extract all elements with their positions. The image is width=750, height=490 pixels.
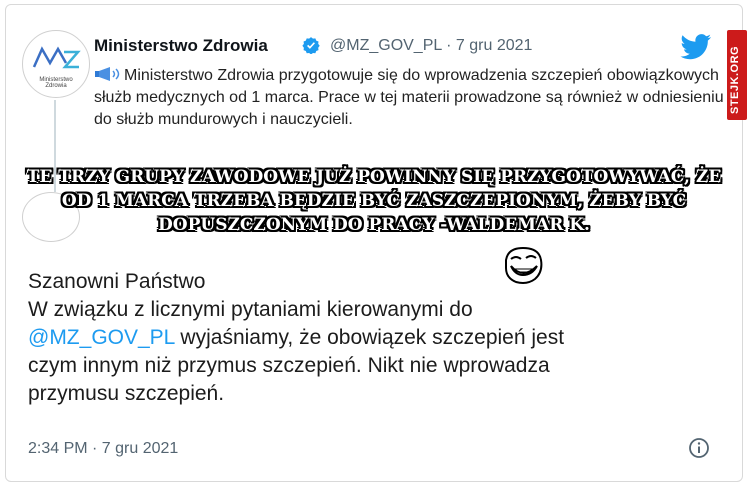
watermark-badge: STEJK.ORG [727,30,747,120]
body-line-2-rest: wyjaśniamy, że obowiązek szczepień jest [174,326,565,349]
body-line-1: W związku z licznymi pytaniami kierowany… [28,298,473,321]
meme-caption: Te trzy grupy zawodowe już powinny się p… [26,167,722,235]
mention-link[interactable]: @MZ_GOV_PL [28,326,175,349]
body-line-3: czym innym niż przymus szczepień. Nikt n… [28,354,550,377]
main-tweet-text: Szanowni Państwo W związku z licznymi py… [28,268,708,408]
body-line-4: przymusu szczepień. [28,382,225,405]
quoted-tweet-body: Ministerstwo Zdrowia przygotowuje się do… [94,67,724,128]
watermark-text: STEJK.ORG [729,45,741,114]
mz-logo-icon [32,46,81,69]
quoted-author-name[interactable]: Ministerstwo Zdrowia [94,36,268,56]
info-icon[interactable] [688,437,710,459]
verified-badge-icon [302,37,320,54]
avatar-subtext: Ministerstwo Zdrowia [39,77,73,89]
quoted-handle-date[interactable]: @MZ_GOV_PL · 7 gru 2021 [330,37,532,55]
tweet-timestamp[interactable]: 2:34 PM · 7 gru 2021 [28,440,178,458]
quoted-tweet-text: Ministerstwo Zdrowia przygotowuje się do… [94,65,734,131]
ministry-avatar[interactable]: Ministerstwo Zdrowia [22,30,90,98]
megaphone-icon [95,67,120,81]
greeting-line: Szanowni Państwo [28,270,206,293]
body-line-2: @MZ_GOV_PL wyjaśniamy, że obowiązek szcz… [28,324,708,352]
twitter-bird-icon[interactable] [680,34,712,60]
troll-face-icon [505,246,543,284]
